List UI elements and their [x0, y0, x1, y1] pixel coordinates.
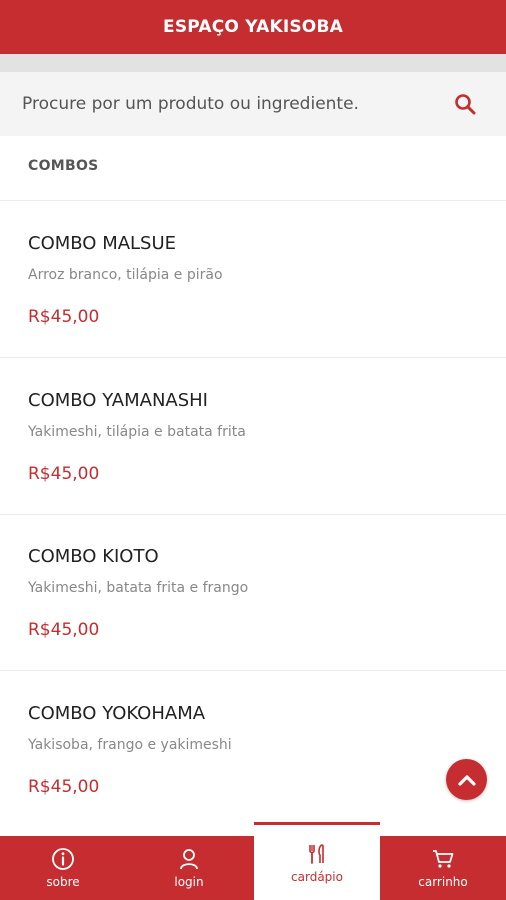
search-input[interactable]: [22, 94, 452, 114]
search-icon[interactable]: [452, 91, 478, 117]
nav-item-sobre[interactable]: sobre: [0, 836, 126, 900]
info-icon: [52, 848, 74, 870]
menu-item[interactable]: COMBO KIOTO Yakimeshi, batata frita e fr…: [0, 514, 506, 671]
nav-label: carrinho: [418, 875, 468, 889]
chevron-up-icon: [457, 774, 476, 786]
nav-item-cardapio[interactable]: cardápio: [254, 822, 380, 900]
nav-label: cardápio: [291, 869, 343, 884]
item-name: COMBO MALSUE: [28, 233, 177, 254]
item-name: COMBO KIOTO: [28, 546, 159, 567]
scroll-to-top-button[interactable]: [446, 759, 487, 800]
user-icon: [180, 849, 198, 870]
menu-item[interactable]: COMBO YOKOHAMA Yakisoba, frango e yakime…: [0, 671, 506, 828]
nav-item-carrinho[interactable]: carrinho: [380, 836, 506, 900]
app-header: ESPAÇO YAKISOBA: [0, 0, 506, 54]
item-price: R$45,00: [28, 464, 100, 484]
item-name: COMBO YAMANASHI: [28, 390, 208, 411]
item-price: R$45,00: [28, 777, 100, 797]
nav-label: sobre: [46, 875, 80, 889]
app-title: ESPAÇO YAKISOBA: [163, 17, 343, 37]
bottom-navigation: sobre login cardápio carrinho: [0, 822, 506, 900]
menu-item[interactable]: COMBO MALSUE Arroz branco, tilápia e pir…: [0, 201, 506, 358]
item-name: COMBO YOKOHAMA: [28, 703, 206, 724]
cart-icon: [433, 850, 454, 868]
item-price: R$45,00: [28, 307, 100, 327]
search-bar: [0, 72, 506, 136]
nav-label: login: [174, 875, 204, 889]
item-description: Arroz branco, tilápia e pirão: [28, 267, 223, 283]
nav-item-login[interactable]: login: [126, 836, 252, 900]
item-description: Yakisoba, frango e yakimeshi: [28, 737, 232, 753]
item-price: R$45,00: [28, 620, 100, 640]
section-title: COMBOS: [28, 158, 99, 174]
header-shadow: [0, 54, 506, 72]
item-description: Yakimeshi, tilápia e batata frita: [28, 424, 246, 440]
cutlery-icon: [309, 843, 324, 864]
item-description: Yakimeshi, batata frita e frango: [28, 580, 249, 596]
menu-item[interactable]: COMBO YAMANASHI Yakimeshi, tilápia e bat…: [0, 358, 506, 515]
